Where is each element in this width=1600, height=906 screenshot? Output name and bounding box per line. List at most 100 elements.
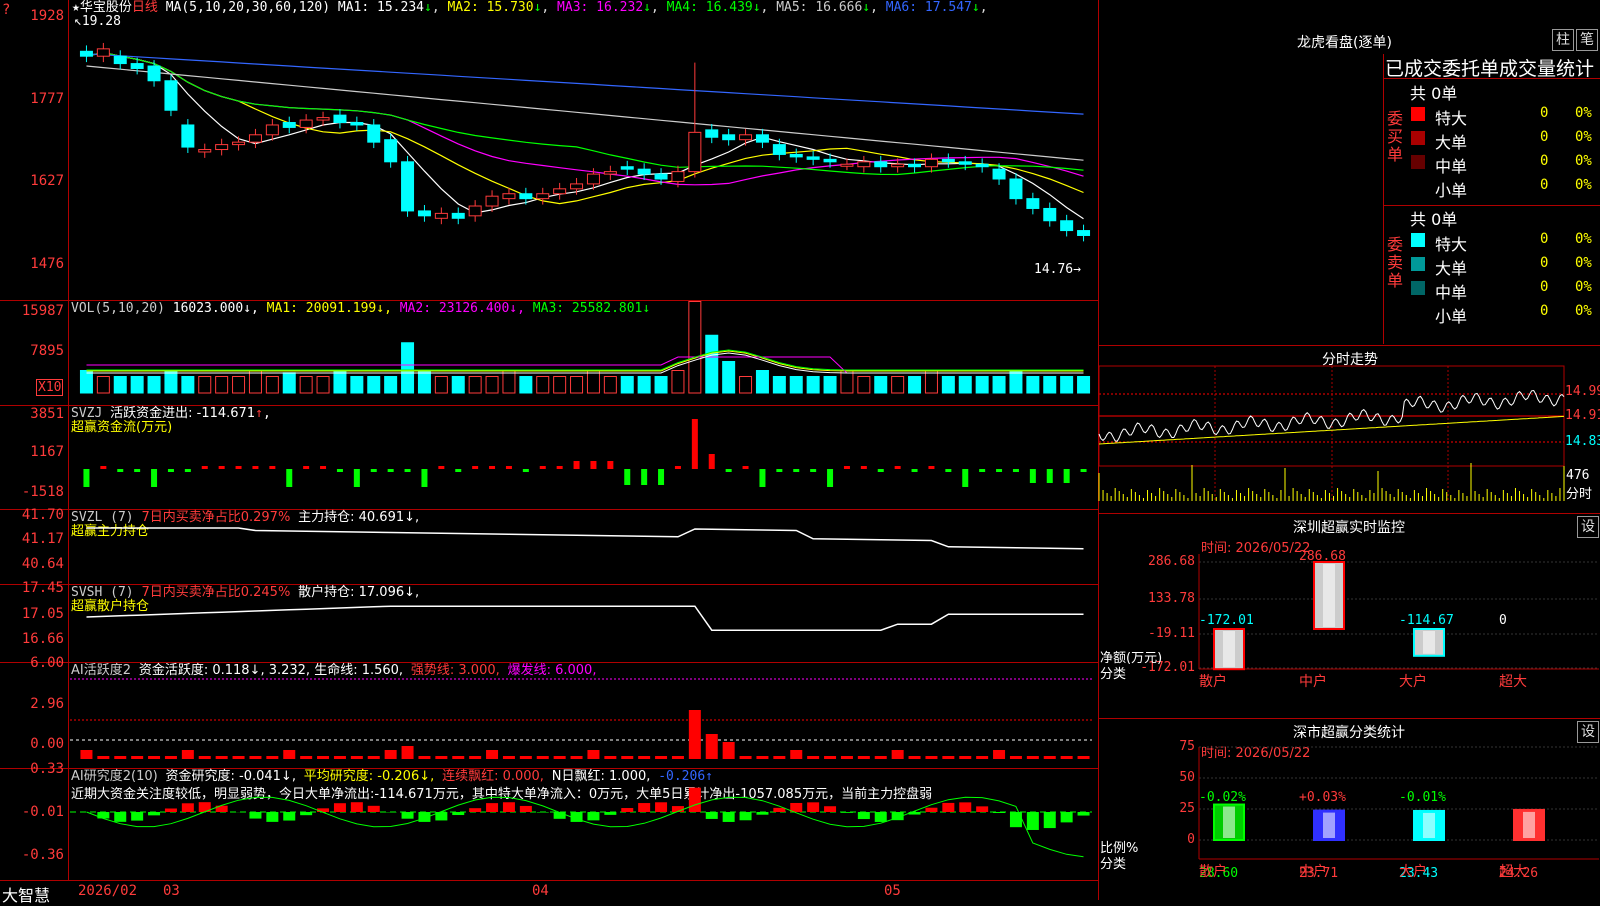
activity-bar — [689, 710, 701, 759]
order-type-label: 中单 — [1435, 153, 1467, 177]
candle-body — [1010, 179, 1022, 199]
activity-bar — [165, 756, 177, 759]
intraday-vol-label: 分时 — [1566, 483, 1592, 502]
bar-highlight — [1223, 631, 1235, 667]
activity-bar — [554, 756, 566, 759]
ai-activity-panel[interactable]: AI活跃度2 资金活跃度: 0.118↓, 3.232, 生命线: 1.560,… — [0, 662, 1098, 768]
intraday-vol-tick: 476 — [1566, 468, 1589, 483]
activity-bar — [300, 756, 312, 759]
fund-flow-bar — [134, 469, 140, 472]
research-bar — [97, 812, 109, 818]
volume-bar — [807, 377, 819, 394]
candle-body — [892, 164, 904, 166]
activity-bar — [435, 756, 447, 759]
fund-flow-bar — [168, 469, 174, 472]
bar-view-button[interactable]: 柱 — [1552, 29, 1574, 51]
y-tick: -0.36 — [2, 847, 64, 863]
ai-research-panel[interactable]: AI研究度2(10) 资金研究度: -0.041↓, 平均研究度: -0.206… — [0, 768, 1098, 880]
candle-body — [942, 159, 954, 161]
fund-flow-bar — [844, 466, 850, 469]
price-panel[interactable]: ? ★华宝股份日线 MA(5,10,20,30,60,120) MA1: 15.… — [0, 0, 1098, 300]
fund-flow-bar — [675, 466, 681, 469]
candle-body — [706, 130, 718, 137]
fund-flow-bar — [219, 466, 225, 469]
volume-panel[interactable]: VOL(5,10,20) 16023.000↓, MA1: 20091.199↓… — [0, 300, 1098, 405]
candle-body — [740, 135, 752, 140]
fund-flow-bar — [202, 466, 208, 469]
volume-bar — [621, 377, 633, 394]
fund-flow-bar — [354, 469, 360, 487]
research-bar — [165, 808, 177, 812]
candle-body — [520, 194, 532, 199]
monitor-panel[interactable]: 深圳超赢实时监控 设 时间: 2026/05/22 286.68133.78-1… — [1098, 513, 1600, 718]
category-label: 中户 — [1299, 861, 1327, 881]
main-chart-area[interactable]: ? ★华宝股份日线 MA(5,10,20,30,60,120) MA1: 15.… — [0, 0, 1098, 900]
classify-panel[interactable]: 深市超赢分类统计 设 时间: 2026/05/22 755025028.60散户… — [1098, 718, 1600, 900]
y-tick: 0.00 — [2, 736, 64, 752]
fund-flow-bar — [658, 469, 664, 485]
volume-bar — [554, 377, 566, 394]
fund-flow-bar — [286, 469, 292, 487]
research-bar — [182, 803, 194, 812]
candle-body — [199, 150, 211, 152]
candle-body — [875, 162, 887, 167]
activity-bar — [723, 742, 735, 759]
order-color-swatch — [1411, 281, 1425, 295]
svzl-panel[interactable]: SVZL (7) 7日内买卖净占比0.297% 主力持仓: 40.691↓, 超… — [0, 509, 1098, 584]
candle-body — [554, 189, 566, 194]
activity-bar — [368, 756, 380, 759]
order-value: 0 — [1540, 303, 1548, 319]
svzj-panel[interactable]: SVZJ 活跃资金进出: -114.671↑, 超赢资金流(万元) 385111… — [0, 405, 1098, 509]
bar-highlight — [1423, 631, 1435, 654]
research-bar — [520, 806, 532, 812]
dragon-vdivider — [1383, 54, 1384, 344]
bar-change-label: +0.03% — [1299, 790, 1346, 805]
volume-bar — [165, 371, 177, 394]
candle-body — [909, 164, 921, 166]
order-pct: 0% — [1575, 153, 1592, 169]
volume-bar — [672, 371, 684, 394]
research-bar — [689, 788, 701, 812]
order-side-label: 委买单 — [1387, 110, 1405, 164]
research-bar — [875, 812, 887, 822]
fund-flow-bar — [506, 466, 512, 469]
fund-flow-bar — [810, 469, 816, 472]
fund-flow-bar — [692, 419, 698, 469]
order-pct: 0% — [1575, 129, 1592, 145]
research-bar — [723, 812, 735, 822]
dragon-divider — [1384, 78, 1600, 79]
category-label: 大户 — [1399, 671, 1427, 691]
research-bar — [402, 812, 414, 819]
date-label: 03 — [163, 883, 180, 899]
fund-flow-bar — [1030, 469, 1036, 483]
research-bar — [368, 806, 380, 812]
dragon-subtitle: 已成交委托单成交量统计 — [1385, 54, 1594, 81]
fund-flow-bar — [421, 469, 427, 487]
category-label: 超大 — [1499, 671, 1527, 691]
bar-value-label: -172.01 — [1199, 613, 1254, 628]
fund-flow-bar — [962, 469, 968, 487]
order-count: 共 0单 — [1410, 80, 1457, 104]
fund-flow-bar — [557, 466, 563, 469]
volume-bar — [655, 377, 667, 394]
volume-bar — [233, 377, 245, 394]
fund-flow-bar — [793, 469, 799, 472]
activity-bar — [233, 756, 245, 759]
volume-bar — [182, 377, 194, 394]
tick-view-button[interactable]: 笔 — [1576, 29, 1598, 51]
volume-bar — [385, 377, 397, 394]
volume-bar — [368, 377, 380, 394]
volume-bar — [452, 377, 464, 394]
research-bar — [300, 812, 312, 815]
volume-bar — [351, 377, 363, 394]
fund-flow-bar — [861, 466, 867, 469]
activity-bar — [756, 756, 768, 759]
fund-flow-chart — [0, 406, 1098, 510]
sell-orders-block: 共 0单委卖单特大00%大单00%中单00%小单00% — [1385, 206, 1600, 330]
research-bar — [114, 812, 126, 822]
volume-bar — [841, 371, 853, 394]
candle-body — [993, 169, 1005, 179]
chart-tick: 286.68 — [1139, 554, 1195, 569]
svsh-panel[interactable]: SVSH (7) 7日内买卖净占比0.245% 散户持仓: 17.096↓, 超… — [0, 584, 1098, 662]
intraday-panel[interactable]: 分时走势 14.9914.9114.83476分时 — [1098, 345, 1600, 513]
